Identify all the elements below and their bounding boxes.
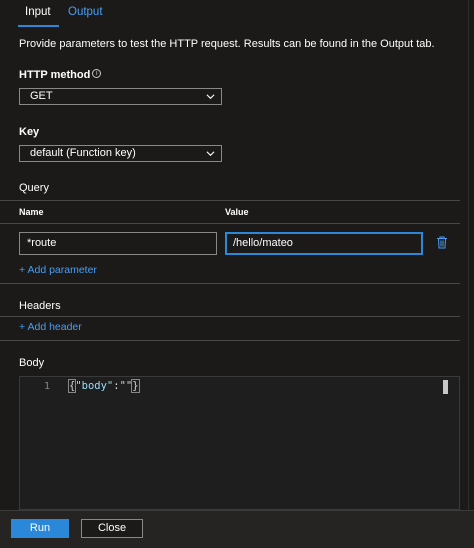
add-header-link[interactable]: + Add header	[19, 321, 82, 333]
query-divider	[0, 200, 460, 201]
query-value-value: /hello/mateo	[233, 237, 293, 249]
headers-divider	[0, 316, 460, 317]
key-value: default (Function key)	[30, 147, 136, 159]
http-method-label-text: HTTP method	[19, 69, 91, 81]
panel-scrollbar[interactable]	[468, 0, 474, 548]
info-icon[interactable]: i	[92, 69, 102, 78]
code-close-brace: }	[131, 379, 140, 393]
description-text: Provide parameters to test the HTTP requ…	[19, 38, 435, 50]
close-button[interactable]: Close	[81, 519, 143, 538]
query-value-input[interactable]: /hello/mateo	[225, 232, 423, 255]
query-name-input[interactable]: *route	[19, 232, 217, 255]
footer-bar: Run Close	[0, 510, 474, 548]
code-line: {"body":""}	[67, 379, 140, 393]
chevron-down-icon	[206, 151, 215, 157]
active-tab-indicator	[18, 25, 59, 27]
tab-output[interactable]: Output	[68, 4, 103, 28]
query-value-header: Value	[225, 207, 249, 217]
test-run-panel: Input Output Provide parameters to test …	[0, 0, 474, 548]
line-number: 1	[44, 381, 51, 392]
editor-scrollbar[interactable]	[443, 380, 448, 394]
key-label: Key	[19, 126, 40, 138]
http-method-value: GET	[30, 90, 53, 102]
query-name-value: *route	[27, 237, 57, 249]
tab-bar: Input Output	[0, 0, 474, 28]
chevron-down-icon	[206, 94, 215, 100]
http-method-select[interactable]: GET	[19, 88, 222, 105]
code-key: "body"	[75, 380, 114, 392]
query-title: Query	[19, 182, 49, 194]
body-editor[interactable]: 1 {"body":""}	[19, 376, 460, 510]
body-title: Body	[19, 357, 45, 369]
code-value: ""	[119, 380, 133, 392]
add-parameter-link[interactable]: + Add parameter	[19, 264, 97, 276]
run-button[interactable]: Run	[11, 519, 69, 538]
headers-divider-top	[0, 283, 460, 284]
trash-icon[interactable]	[436, 236, 448, 249]
headers-title: Headers	[19, 300, 61, 312]
body-divider-top	[0, 340, 460, 341]
query-name-header: Name	[19, 207, 44, 217]
query-header-divider	[0, 223, 460, 224]
http-method-label: HTTP method i	[19, 69, 102, 81]
key-select[interactable]: default (Function key)	[19, 145, 222, 162]
